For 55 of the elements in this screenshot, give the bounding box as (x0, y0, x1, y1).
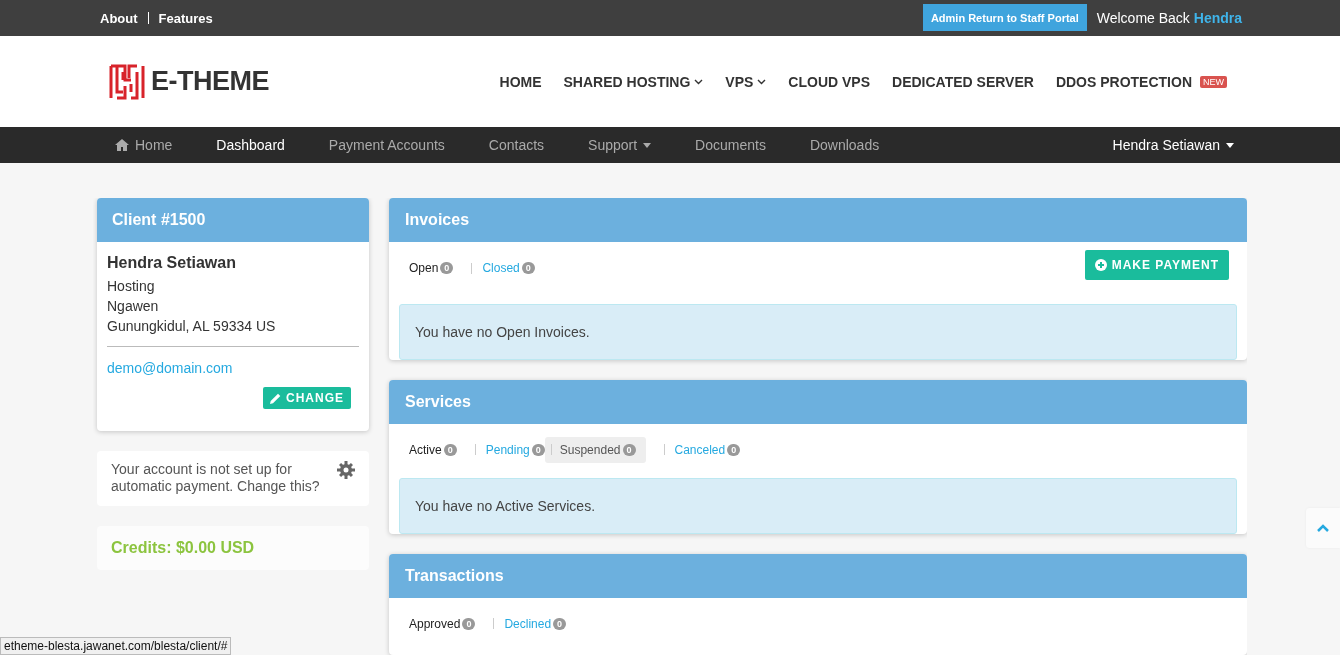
scroll-top-button[interactable] (1306, 508, 1340, 548)
new-badge: NEW (1200, 75, 1227, 88)
menu-link[interactable]: DDOS PROTECTION NEW (1055, 73, 1227, 90)
count-badge: 0 (622, 443, 636, 456)
nav-link[interactable]: Downloads (809, 137, 880, 153)
welcome-text: Welcome Back Hendra (1096, 10, 1242, 26)
count-badge: 0 (531, 443, 545, 456)
panel-title: Invoices (389, 198, 1247, 242)
user-menu[interactable]: Hendra Setiawan (1112, 137, 1234, 153)
filter-tab[interactable]: Suspended 0 (544, 436, 646, 463)
status-url: etheme-blesta.jawanet.com/blesta/client/# (0, 637, 232, 655)
panel-title: Services (389, 379, 1247, 424)
pencil-icon (270, 392, 281, 404)
settings-icon (337, 461, 355, 479)
count-badge: 0 (521, 262, 535, 274)
count-badge: 0 (443, 443, 457, 456)
card-title: Client #1500 (97, 198, 369, 242)
chevron-down-icon (757, 78, 767, 85)
top-link[interactable]: About (100, 10, 138, 26)
nav-link[interactable]: Contacts (488, 137, 545, 153)
address-line: Ngawen (107, 297, 160, 316)
info-message: You have no Open Invoices. (399, 304, 1237, 360)
chevron-down-icon (694, 78, 704, 85)
nav-link[interactable]: Documents (695, 137, 766, 153)
address-line: Gunungkidul, AL 59334 US (107, 317, 277, 336)
filter-tab[interactable]: Active 0 (399, 436, 457, 463)
menu-link[interactable]: CLOUD VPS (788, 73, 871, 90)
logo-icon (109, 63, 145, 100)
client-name: Hendra Setiawan (107, 254, 237, 272)
chevron-up-icon (1317, 524, 1329, 532)
filter-tab[interactable]: Approved 0 (399, 610, 476, 637)
credits-box: Credits: $0.00 USD (97, 526, 369, 570)
notice-text: Your account is not set up for automatic payment. Change this? (111, 461, 321, 495)
nav-link[interactable]: Support (588, 137, 652, 153)
home-icon (115, 139, 129, 151)
nav-link[interactable]: Home (115, 137, 173, 153)
filter-tab[interactable]: Open 0 (399, 255, 454, 281)
panel-title: Transactions (389, 553, 1247, 598)
menu-link[interactable]: VPS (725, 73, 767, 90)
nav-link[interactable]: Dashboard (216, 137, 285, 153)
count-badge: 0 (727, 443, 741, 456)
info-message: You have no Active Services. (399, 477, 1237, 534)
caret-icon (1226, 142, 1234, 148)
logo-text: E-THEME (151, 66, 269, 97)
plus-circle-icon (1094, 259, 1107, 271)
count-badge: 0 (462, 617, 476, 630)
count-badge: 0 (440, 262, 454, 274)
caret-icon (643, 142, 652, 148)
menu-link[interactable]: HOME (499, 73, 542, 90)
nav-link[interactable]: Payment Accounts (328, 137, 445, 153)
top-link[interactable]: Features (158, 10, 213, 26)
menu-link[interactable]: DEDICATED SERVER (892, 73, 1034, 90)
count-badge: 0 (553, 617, 567, 630)
address-line: Hosting (107, 277, 156, 296)
menu-link[interactable]: SHARED HOSTING (563, 73, 704, 90)
